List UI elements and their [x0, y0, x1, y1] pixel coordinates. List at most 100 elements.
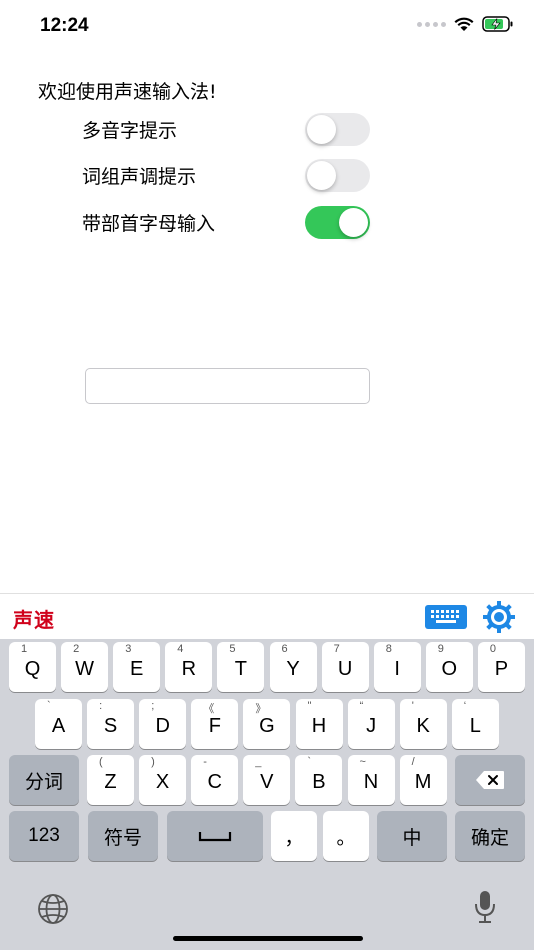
key-x[interactable]: ) X: [139, 755, 187, 805]
setting-row-radical-input: 带部首字母输入: [82, 205, 370, 239]
setting-label-phrase-tone: 词组声调提示: [82, 165, 197, 188]
key-hint: “: [359, 700, 364, 712]
key-hint: ): [151, 756, 155, 768]
toggle-phrase-tone[interactable]: [305, 158, 370, 192]
microphone-icon[interactable]: [472, 889, 498, 929]
key-label: J: [366, 714, 377, 737]
globe-icon[interactable]: [36, 892, 70, 930]
key-hint: `: [47, 700, 51, 712]
key-n[interactable]: ~ N: [347, 755, 395, 805]
key-label: U: [337, 657, 353, 680]
key-hint: 8: [385, 643, 392, 655]
key-hint: ‘: [463, 700, 467, 712]
key-hint: 9: [437, 643, 444, 655]
comma-key[interactable]: ，: [271, 811, 317, 861]
key-label: R: [181, 657, 197, 680]
key-o[interactable]: 9O: [425, 642, 473, 692]
keyboard: 1Q2W3E4R5T6Y7U8I9O0P ` A: S; D 《 F 》 G " H “J ' K ‘L …: [0, 639, 534, 950]
keyboard-icon[interactable]: [425, 605, 467, 629]
key-f[interactable]: 《 F: [191, 699, 239, 749]
wifi-icon: [454, 17, 474, 31]
key-b[interactable]: ` B: [295, 755, 343, 805]
key-hint: ": [307, 700, 312, 712]
key-label: Q: [24, 657, 41, 680]
keyboard-brand-logo: 声速: [13, 608, 55, 632]
key-e[interactable]: 3E: [113, 642, 161, 692]
key-label: O: [441, 657, 458, 680]
key-k[interactable]: ' K: [399, 699, 447, 749]
key-hint: 4: [177, 643, 184, 655]
key-label: T: [234, 657, 247, 680]
key-p[interactable]: 0P: [477, 642, 525, 692]
key-s[interactable]: :S: [87, 699, 135, 749]
toggle-knob: [307, 114, 336, 144]
key-w[interactable]: 2W: [61, 642, 109, 692]
segment-key[interactable]: 分词: [9, 755, 79, 805]
key-t[interactable]: 5T: [217, 642, 265, 692]
key-label: M: [414, 770, 432, 793]
key-hint: 《: [203, 703, 215, 715]
key-hint: 》: [255, 703, 267, 715]
welcome-text: 欢迎使用声速输入法!: [38, 81, 217, 103]
key-hint: 2: [73, 643, 80, 655]
confirm-key[interactable]: 确定: [455, 811, 525, 861]
key-label: Z: [104, 770, 117, 793]
key-hint: 5: [229, 643, 236, 655]
delete-key[interactable]: [455, 755, 525, 805]
key-label: A: [51, 714, 66, 737]
cellular-signal-icon: [417, 21, 446, 27]
space-key[interactable]: [167, 811, 263, 861]
key-label: W: [75, 657, 95, 680]
keyboard-toolbar: 声速: [0, 593, 534, 639]
key-label: V: [260, 770, 274, 793]
key-i[interactable]: 8I: [373, 642, 421, 692]
key-label: B: [312, 770, 326, 793]
text-input[interactable]: [85, 368, 370, 404]
key-label: S: [103, 714, 118, 737]
key-j[interactable]: “J: [347, 699, 395, 749]
key-v[interactable]: _ V: [243, 755, 291, 805]
status-icons: [417, 16, 514, 32]
key-a[interactable]: ` A: [35, 699, 82, 749]
key-label: C: [207, 770, 222, 793]
key-label: Y: [286, 657, 300, 680]
key-label: K: [416, 714, 430, 737]
key-d[interactable]: ; D: [139, 699, 187, 749]
key-label: D: [155, 714, 170, 737]
period-key[interactable]: 。: [323, 811, 369, 861]
key-hint: _: [255, 756, 262, 768]
key-z[interactable]: (Z: [87, 755, 134, 805]
key-q[interactable]: 1Q: [9, 642, 56, 692]
toggle-knob: [339, 207, 368, 237]
backspace-icon: [476, 771, 504, 789]
key-hint: `: [307, 756, 312, 768]
key-m[interactable]: / M: [399, 755, 447, 805]
toggle-polyphonic[interactable]: [305, 112, 370, 146]
key-label: L: [469, 714, 481, 737]
key-hint: /: [411, 756, 415, 768]
key-hint: ': [411, 700, 414, 712]
toggle-knob: [307, 160, 336, 190]
key-r[interactable]: 4R: [165, 642, 213, 692]
key-hint: 3: [125, 643, 132, 655]
key-l[interactable]: ‘L: [451, 699, 499, 749]
symbols-key[interactable]: 符号: [88, 811, 158, 861]
toggle-radical-input[interactable]: [305, 205, 370, 239]
gear-icon[interactable]: [482, 600, 516, 634]
key-label: F: [208, 714, 221, 737]
setting-label-radical-input: 带部首字母输入: [82, 212, 216, 235]
key-label: X: [155, 770, 170, 793]
key-hint: 6: [281, 643, 288, 655]
key-g[interactable]: 》 G: [243, 699, 291, 749]
key-hint: :: [99, 700, 103, 712]
key-c[interactable]: -C: [191, 755, 239, 805]
key-h[interactable]: " H: [295, 699, 343, 749]
chinese-mode-key[interactable]: 中: [377, 811, 447, 861]
status-bar: 12:24: [0, 0, 534, 54]
key-y[interactable]: 6Y: [269, 642, 317, 692]
key-hint: 7: [333, 643, 340, 655]
home-indicator: [173, 936, 363, 941]
numbers-key[interactable]: 123: [9, 811, 79, 861]
key-u[interactable]: 7U: [321, 642, 369, 692]
key-label: H: [311, 714, 327, 737]
